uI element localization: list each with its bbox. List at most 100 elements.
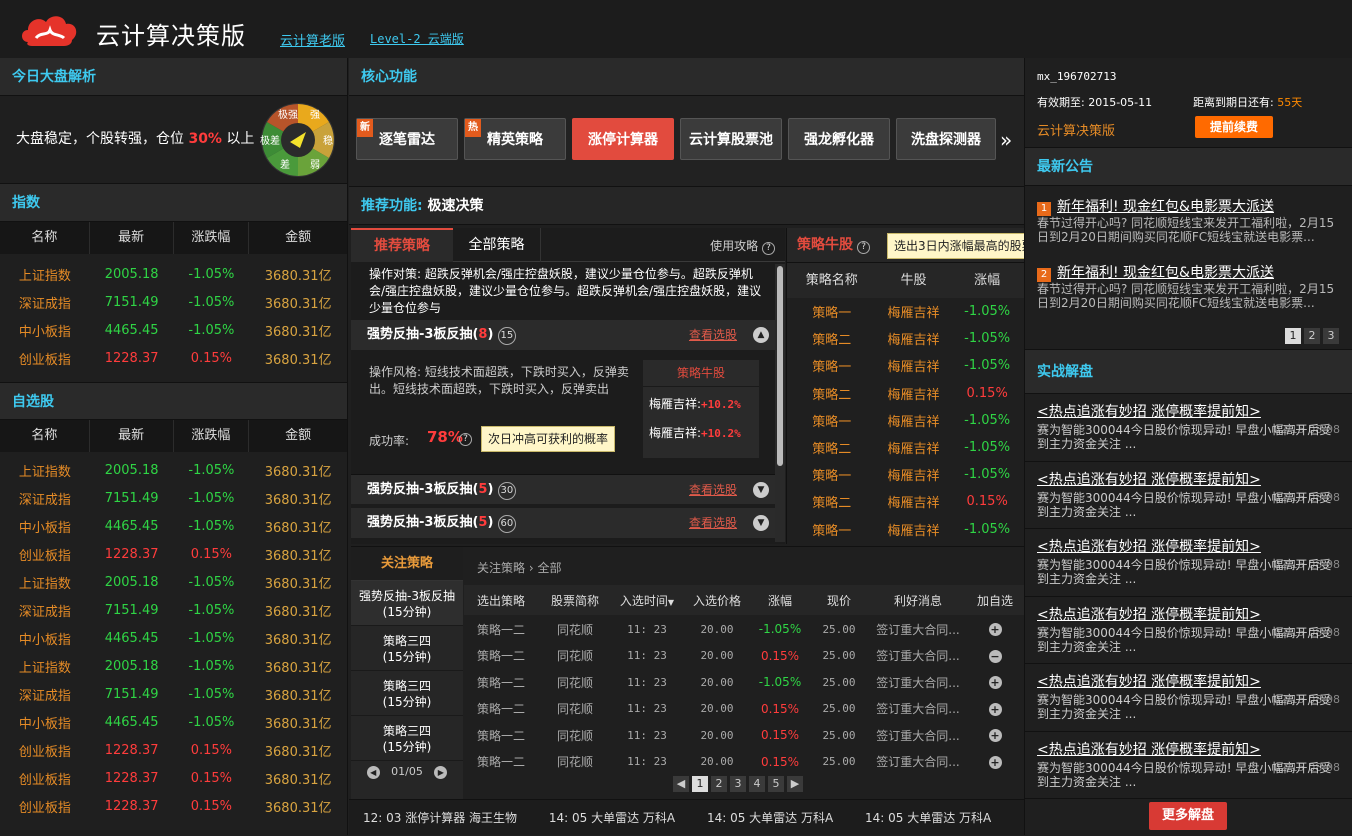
prev-page-icon[interactable]: ◀ (366, 766, 380, 779)
classic-version-link[interactable]: 云计算老版 (280, 30, 345, 49)
page-3[interactable]: 3 (730, 776, 746, 792)
live-analysis-item[interactable]: <热点追涨有妙招 涨停概率提前知> 赛为智能300044今日股价惊现异动! 早盘小… (1025, 529, 1352, 597)
bull-row[interactable]: 策略一 梅雁吉祥 -1.05% (787, 352, 1024, 379)
strategy-item-2[interactable]: 强势反抽-3板反抽(5) 30 查看选股 ▼ (351, 474, 785, 504)
view-stocks-link[interactable]: 查看选股 (689, 320, 737, 350)
table-row[interactable]: 策略一二 同花顺 11: 23 20.00 0.15% 25.00 签订重大合同... − (464, 643, 1024, 670)
bull-row[interactable]: 策略二 梅雁吉祥 -1.05% (787, 434, 1024, 461)
remove-watchlist-icon[interactable]: − (988, 649, 1002, 663)
renew-button[interactable]: 提前续费 (1195, 116, 1273, 138)
notice-page-3[interactable]: 3 (1323, 328, 1339, 344)
live-analysis-item[interactable]: <热点追涨有妙招 涨停概率提前知> 赛为智能300044今日股价惊现异动! 早盘小… (1025, 732, 1352, 799)
table-row[interactable]: 策略一二 同花顺 11: 23 20.00 -1.05% 25.00 签订重大合同... + (464, 616, 1024, 643)
watchlist-row[interactable]: 深证成指 7151.49 -1.05% 3680.31亿 (0, 484, 347, 512)
prev-page-icon[interactable]: ◀ (673, 776, 689, 792)
index-row[interactable]: 中小板指 4465.45 -1.05% 3680.31亿 (0, 316, 347, 344)
watchlist-row[interactable]: 上证指数 2005.18 -1.05% 3680.31亿 (0, 568, 347, 596)
more-analysis-button[interactable]: 更多解盘 (1149, 802, 1227, 830)
help-icon[interactable]: ? (459, 433, 472, 446)
watchlist-row[interactable]: 中小板指 4465.45 -1.05% 3680.31亿 (0, 624, 347, 652)
level2-link[interactable]: Level-2 云端版 (370, 30, 464, 47)
elite-strategy-button[interactable]: 热精英策略 (464, 118, 566, 160)
add-watchlist-icon[interactable]: + (988, 729, 1002, 743)
dragon-incubator-button[interactable]: 强龙孵化器 (788, 118, 890, 160)
index-row[interactable]: 上证指数 2005.18 -1.05% 3680.31亿 (0, 260, 347, 288)
bull-row[interactable]: 策略二 梅雁吉祥 -1.05% (787, 325, 1024, 352)
view-stocks-link[interactable]: 查看选股 (689, 508, 737, 538)
index-title: 指数 (0, 184, 347, 222)
chevron-up-icon[interactable]: ▲ (753, 327, 769, 343)
page-1[interactable]: 1 (692, 776, 708, 792)
hot-tag: 热 (465, 119, 481, 137)
next-page-icon[interactable]: ▶ (787, 776, 803, 792)
index-row[interactable]: 创业板指 1228.37 0.15% 3680.31亿 (0, 344, 347, 372)
bull-table-body: 策略一 梅雁吉祥 -1.05% 策略二 梅雁吉祥 -1.05% 策略一 梅雁吉祥 -1.05% 策… (787, 298, 1024, 543)
chevron-down-icon[interactable]: ▼ (753, 482, 769, 498)
bull-row[interactable]: 策略二 梅雁吉祥 0.15% (787, 380, 1024, 407)
tab-recommended-strategy[interactable]: 推荐策略 (351, 228, 453, 262)
notice-item[interactable]: 1 新年福利! 现金红包&电影票大派送 春节过得开心吗? 同花顺短线宝来发开工福利啦… (1037, 198, 1337, 244)
strategy-item-1[interactable]: 强势反抽-3板反抽(8) 15 查看选股 ▲ (351, 320, 785, 350)
bull-row[interactable]: 策略一 梅雁吉祥 -1.05% (787, 461, 1024, 488)
breadcrumb-all[interactable]: 全部 (537, 561, 561, 575)
page-2[interactable]: 2 (711, 776, 727, 792)
index-row[interactable]: 深证成指 7151.49 -1.05% 3680.31亿 (0, 288, 347, 316)
follow-strategy-item[interactable]: 策略三四 (15分钟) (351, 716, 463, 761)
watchlist-row[interactable]: 创业板指 1228.37 0.15% 3680.31亿 (0, 736, 347, 764)
svg-text:强: 强 (310, 109, 320, 121)
bull-stocks-title: 策略牛股 (797, 237, 853, 253)
notice-page-2[interactable]: 2 (1304, 328, 1320, 344)
watchlist-row[interactable]: 创业板指 1228.37 0.15% 3680.31亿 (0, 792, 347, 820)
scrollbar[interactable] (775, 264, 785, 542)
notice-page-1[interactable]: 1 (1285, 328, 1301, 344)
watchlist-row[interactable]: 创业板指 1228.37 0.15% 3680.31亿 (0, 764, 347, 792)
table-row[interactable]: 策略一二 同花顺 11: 23 20.00 0.15% 25.00 签订重大合同... + (464, 722, 1024, 749)
next-page-icon[interactable]: ▶ (434, 766, 448, 779)
watchlist-row[interactable]: 上证指数 2005.18 -1.05% 3680.31亿 (0, 652, 347, 680)
live-analysis-item[interactable]: <热点追涨有妙招 涨停概率提前知> 赛为智能300044今日股价惊现异动! 早盘小… (1025, 597, 1352, 664)
watchlist-row[interactable]: 创业板指 1228.37 0.15% 3680.31亿 (0, 540, 347, 568)
live-analysis-item[interactable]: <热点追涨有妙招 涨停概率提前知> 赛为智能300044今日股价惊现异动! 早盘小… (1025, 462, 1352, 529)
chevron-down-icon[interactable]: ▼ (753, 515, 769, 531)
add-watchlist-icon[interactable]: + (988, 623, 1002, 637)
watchlist-row[interactable]: 深证成指 7151.49 -1.05% 3680.31亿 (0, 680, 347, 708)
tab-all-strategies[interactable]: 全部策略 (453, 228, 541, 262)
view-stocks-link[interactable]: 查看选股 (689, 475, 737, 505)
help-icon[interactable]: ? (857, 241, 871, 254)
recommend-bar: 推荐功能: 极速决策 (349, 187, 1024, 225)
live-analysis-item[interactable]: <热点追涨有妙招 涨停概率提前知> 赛为智能300044今日股价惊现异动! 早盘小… (1025, 664, 1352, 732)
chevron-right-icon: › (528, 561, 534, 575)
bull-row[interactable]: 策略一 梅雁吉祥 -1.05% (787, 298, 1024, 325)
watchlist-row[interactable]: 上证指数 2005.18 -1.05% 3680.31亿 (0, 456, 347, 484)
scrollbar-thumb[interactable] (777, 266, 783, 466)
strategy-item-3[interactable]: 强势反抽-3板反抽(5) 60 查看选股 ▼ (351, 508, 785, 538)
follow-strategy-item[interactable]: 策略三四 (15分钟) (351, 671, 463, 716)
add-watchlist-icon[interactable]: + (988, 755, 1002, 769)
shakeout-detector-button[interactable]: 洗盘探测器 (896, 118, 996, 160)
page-4[interactable]: 4 (749, 776, 765, 792)
follow-strategy-item[interactable]: 策略三四 (15分钟) (351, 626, 463, 671)
bull-row[interactable]: 策略一 梅雁吉祥 -1.05% (787, 407, 1024, 434)
follow-strategy-item[interactable]: 强势反抽-3板反抽 (15分钟) (351, 581, 463, 626)
limit-up-calculator-button[interactable]: 涨停计算器 (572, 118, 674, 160)
table-row[interactable]: 策略一二 同花顺 11: 23 20.00 0.15% 25.00 签订重大合同... + (464, 749, 1024, 776)
sort-entry-time[interactable]: 入选时间▼ (612, 592, 682, 609)
watchlist-row[interactable]: 中小板指 4465.45 -1.05% 3680.31亿 (0, 708, 347, 736)
watchlist-row[interactable]: 中小板指 4465.45 -1.05% 3680.31亿 (0, 512, 347, 540)
table-row[interactable]: 策略一二 同花顺 11: 23 20.00 -1.05% 25.00 签订重大合同... + (464, 669, 1024, 696)
breadcrumb-follow[interactable]: 关注策略 (477, 561, 525, 575)
radar-button[interactable]: 新逐笔雷达 (356, 118, 458, 160)
watchlist-title: 自选股 (0, 382, 347, 420)
help-guide-link[interactable]: 使用攻略 ? (710, 237, 775, 255)
bull-row[interactable]: 策略一 梅雁吉祥 -1.05% (787, 516, 1024, 543)
more-functions-arrow-icon[interactable]: » (1000, 128, 1012, 152)
add-watchlist-icon[interactable]: + (988, 676, 1002, 690)
page-5[interactable]: 5 (768, 776, 784, 792)
cloud-stock-pool-button[interactable]: 云计算股票池 (680, 118, 782, 160)
add-watchlist-icon[interactable]: + (988, 702, 1002, 716)
notice-item[interactable]: 2 新年福利! 现金红包&电影票大派送 春节过得开心吗? 同花顺短线宝来发开工福利啦… (1037, 264, 1337, 310)
live-analysis-item[interactable]: <热点追涨有妙招 涨停概率提前知> 赛为智能300044今日股价惊现异动! 早盘小… (1025, 394, 1352, 462)
watchlist-row[interactable]: 深证成指 7151.49 -1.05% 3680.31亿 (0, 596, 347, 624)
bull-row[interactable]: 策略二 梅雁吉祥 0.15% (787, 488, 1024, 515)
table-row[interactable]: 策略一二 同花顺 11: 23 20.00 0.15% 25.00 签订重大合同... + (464, 696, 1024, 723)
